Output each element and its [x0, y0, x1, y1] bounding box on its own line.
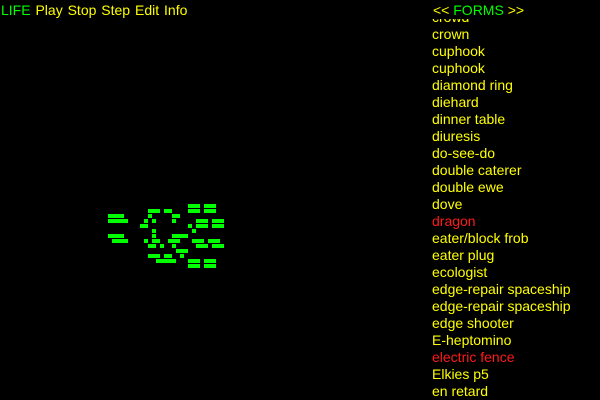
live-cell	[156, 239, 160, 243]
live-cell	[156, 254, 160, 258]
menu-bar: LIFE Play Stop Step Edit Info	[1, 2, 188, 19]
live-cell	[152, 219, 156, 223]
live-cell	[148, 214, 152, 218]
live-cell	[204, 224, 208, 228]
live-cell	[204, 219, 208, 223]
live-cell	[172, 259, 176, 263]
forms-list: crowdcrowncuphookcuphookdiamond ringdieh…	[432, 19, 571, 400]
forms-list-item[interactable]: do-see-do	[432, 145, 571, 162]
live-cell	[212, 259, 216, 263]
live-cell	[220, 244, 224, 248]
menu-info[interactable]: Info	[164, 2, 187, 19]
forms-list-item[interactable]: en retard	[432, 383, 571, 400]
forms-list-item[interactable]: eater/block frob	[432, 230, 571, 247]
live-cell	[204, 244, 208, 248]
forms-list-item[interactable]: electric fence	[432, 349, 571, 366]
forms-list-item[interactable]: E-heptomino	[432, 332, 571, 349]
live-cell	[188, 224, 192, 228]
live-cell	[196, 209, 200, 213]
live-cell	[184, 234, 188, 238]
forms-list-item[interactable]: cuphook	[432, 60, 571, 77]
forms-list-item[interactable]: dinner table	[432, 111, 571, 128]
live-cell	[212, 204, 216, 208]
menu-play[interactable]: Play	[35, 2, 62, 19]
live-cell	[144, 239, 148, 243]
live-cell	[196, 259, 200, 263]
forms-list-item[interactable]: edge-repair spaceship	[432, 298, 571, 315]
forms-list-item[interactable]: edge-repair spaceship	[432, 281, 571, 298]
menu-life-title[interactable]: LIFE	[1, 2, 31, 19]
forms-prev-button[interactable]: <<	[433, 2, 449, 18]
live-cell	[120, 214, 124, 218]
forms-list-item[interactable]: diuresis	[432, 128, 571, 145]
live-cell	[144, 224, 148, 228]
live-cell	[144, 219, 148, 223]
live-cell	[176, 239, 180, 243]
live-cell	[152, 244, 156, 248]
live-cell	[172, 219, 176, 223]
live-cell	[168, 254, 172, 258]
live-cell	[168, 209, 172, 213]
forms-list-item[interactable]: eater plug	[432, 247, 571, 264]
forms-list-item[interactable]: cuphook	[432, 43, 571, 60]
live-cell	[200, 239, 204, 243]
forms-list-item[interactable]: dragon	[432, 213, 571, 230]
live-cell	[184, 249, 188, 253]
forms-list-item[interactable]: edge shooter	[432, 315, 571, 332]
forms-list-item[interactable]: double ewe	[432, 179, 571, 196]
live-cell	[216, 239, 220, 243]
live-cell	[120, 234, 124, 238]
menu-step[interactable]: Step	[101, 2, 130, 19]
live-cell	[156, 209, 160, 213]
live-cell	[212, 264, 216, 268]
menu-stop[interactable]: Stop	[68, 2, 97, 19]
live-cell	[160, 244, 164, 248]
forms-list-item[interactable]: crowd	[432, 19, 571, 26]
forms-list-item[interactable]: crown	[432, 26, 571, 43]
forms-list-item[interactable]: ecologist	[432, 264, 571, 281]
live-cell	[220, 224, 224, 228]
forms-list-item[interactable]: diamond ring	[432, 77, 571, 94]
live-cell	[220, 219, 224, 223]
forms-next-button[interactable]: >>	[508, 2, 524, 18]
live-cell	[212, 209, 216, 213]
live-cell	[172, 244, 176, 248]
live-cell	[196, 264, 200, 268]
live-cell	[180, 254, 184, 258]
forms-list-item[interactable]: diehard	[432, 94, 571, 111]
live-cell	[152, 234, 156, 238]
live-cell	[192, 229, 196, 233]
forms-header: << FORMS >>	[433, 2, 524, 19]
forms-list-item[interactable]: dove	[432, 196, 571, 213]
live-cell	[196, 204, 200, 208]
live-cell	[124, 239, 128, 243]
live-cell	[124, 219, 128, 223]
forms-list-item[interactable]: Elkies p5	[432, 366, 571, 383]
forms-title: FORMS	[453, 2, 504, 18]
forms-list-panel[interactable]: crowdcrowncuphookcuphookdiamond ringdieh…	[432, 19, 600, 400]
menu-edit[interactable]: Edit	[135, 2, 159, 19]
live-cell	[176, 214, 180, 218]
live-cell	[152, 229, 156, 233]
forms-list-item[interactable]: double caterer	[432, 162, 571, 179]
life-board[interactable]	[108, 204, 232, 268]
